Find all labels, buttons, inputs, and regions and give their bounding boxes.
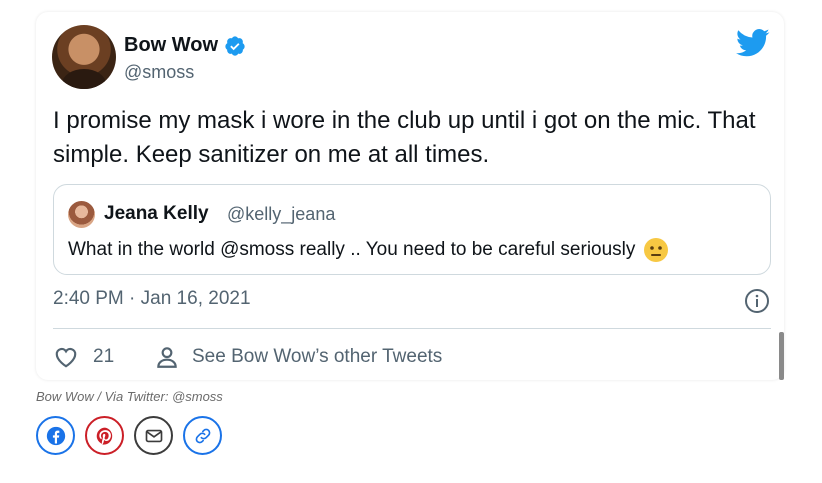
pinterest-icon (96, 427, 112, 445)
neutral-face-emoji-icon (644, 238, 669, 262)
link-icon (195, 428, 210, 443)
scrollbar[interactable] (779, 332, 784, 380)
tweet-timestamp[interactable]: 2:40 PM · Jan 16, 2021 (53, 288, 251, 310)
facebook-icon (46, 426, 65, 445)
author-handle[interactable]: @smoss (124, 62, 194, 83)
twitter-bird-icon[interactable] (736, 28, 770, 58)
embedded-tweet[interactable]: Bow Wow @smoss I promise my mask i wore … (36, 12, 784, 380)
person-icon (157, 347, 177, 368)
quoted-tweet[interactable]: Jeana Kelly @kelly_jeana What in the wor… (53, 184, 771, 275)
quote-author-name: Jeana Kelly (104, 203, 209, 224)
like-count: 21 (93, 346, 115, 367)
email-share-button[interactable] (134, 416, 173, 455)
see-other-tweets-link[interactable]: See Bow Wow’s other Tweets (154, 344, 442, 370)
quote-author-avatar (68, 201, 95, 228)
like-button[interactable]: 21 (53, 344, 114, 370)
tweet-text: I promise my mask i wore in the club up … (53, 107, 756, 168)
author-name-row[interactable]: Bow Wow (124, 34, 246, 57)
image-caption: Bow Wow / Via Twitter: @smoss (36, 389, 223, 404)
quote-author-handle: @kelly_jeana (227, 204, 336, 224)
email-icon (145, 429, 162, 442)
pinterest-share-button[interactable] (85, 416, 124, 455)
author-avatar[interactable] (52, 25, 116, 89)
share-buttons (36, 416, 222, 455)
other-tweets-label: See Bow Wow’s other Tweets (192, 346, 443, 367)
heart-icon (55, 347, 77, 368)
verified-badge-icon (225, 35, 245, 56)
divider (53, 328, 771, 329)
quote-text-row: What in the world @smoss really .. You n… (68, 237, 669, 263)
info-icon[interactable] (744, 288, 770, 314)
facebook-share-button[interactable] (36, 416, 75, 455)
author-name[interactable]: Bow Wow (124, 34, 218, 57)
copy-link-button[interactable] (183, 416, 222, 455)
quote-text: What in the world @smoss really .. You n… (68, 239, 636, 260)
